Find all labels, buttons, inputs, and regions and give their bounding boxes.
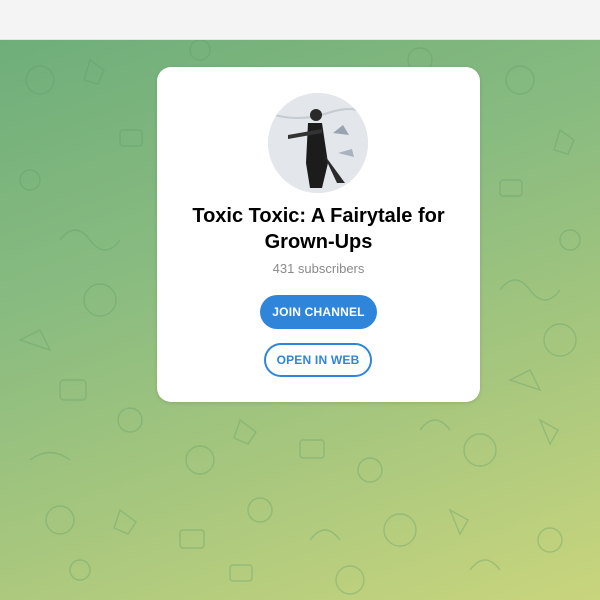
channel-avatar [268,93,368,193]
open-in-web-button[interactable]: OPEN IN WEB [264,343,372,377]
join-channel-button[interactable]: JOIN CHANNEL [260,295,377,329]
channel-card: Toxic Toxic: A Fairytale for Grown-Ups 4… [157,67,480,402]
top-bar [0,0,600,40]
telegram-channel-preview-page: Toxic Toxic: A Fairytale for Grown-Ups 4… [0,0,600,600]
channel-title: Toxic Toxic: A Fairytale for Grown-Ups [192,205,445,253]
subscriber-count: 431 subscribers [272,261,365,276]
avatar-image [268,93,368,193]
